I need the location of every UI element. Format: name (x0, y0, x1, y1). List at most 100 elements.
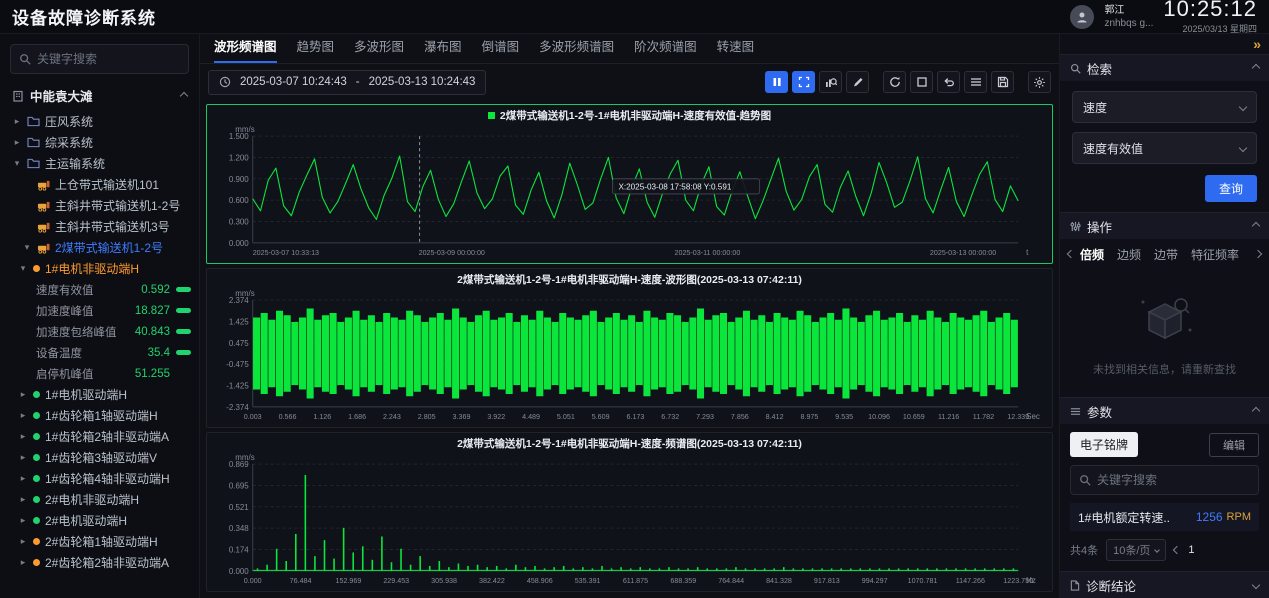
current-page[interactable]: 1 (1188, 544, 1194, 556)
pause-icon[interactable] (765, 71, 788, 93)
metric-row: 加速度峰值18.827 (0, 300, 199, 321)
chevron-right-icon[interactable]: ▸ (18, 452, 28, 463)
chevron-right-icon[interactable]: ▸ (18, 494, 28, 505)
save-icon[interactable] (991, 71, 1014, 93)
svg-text:994.297: 994.297 (862, 576, 888, 585)
tabs-scroll-left-icon[interactable] (1068, 251, 1074, 257)
undo-icon[interactable] (937, 71, 960, 93)
chevron-up-icon[interactable] (180, 91, 188, 99)
tabs-scroll-right-icon[interactable] (1255, 251, 1261, 257)
chevron-up-icon[interactable] (1252, 64, 1260, 72)
view-tab[interactable]: 转速图 (717, 36, 755, 63)
tree-item[interactable]: ▾主运输系统 (0, 153, 199, 174)
section-ops-header[interactable]: 操作 (1060, 212, 1269, 239)
tree-item[interactable]: ▸1#齿轮箱4轴非驱动端H (0, 468, 199, 489)
tree-item[interactable]: ▾1#电机非驱动端H (0, 258, 199, 279)
svg-text:764.844: 764.844 (718, 576, 744, 585)
chevron-right-icon[interactable]: ▸ (18, 431, 28, 442)
chevron-right-icon[interactable]: ▸ (12, 137, 22, 148)
chevron-down-icon[interactable]: ▾ (12, 158, 22, 169)
tree-item[interactable]: ▸2#齿轮箱2轴非驱动端A (0, 552, 199, 573)
sidebar-search-input[interactable] (37, 52, 180, 66)
chevron-right-icon[interactable]: ▸ (12, 116, 22, 127)
user-avatar[interactable] (1070, 5, 1094, 29)
chevron-right-icon[interactable]: ▸ (18, 410, 28, 421)
tree-item[interactable]: 主斜井带式输送机1-2号 (0, 195, 199, 216)
trend-chart-panel[interactable]: 2煤带式输送机1-2号-1#电机非驱动端H-速度有效值-趋势图 1.5001.2… (206, 104, 1053, 264)
chevron-down-icon[interactable]: ▾ (22, 242, 32, 253)
waveform-chart-panel[interactable]: 2煤带式输送机1-2号-1#电机非驱动端H-速度-波形图(2025-03-13 … (206, 268, 1053, 428)
app-title: 设备故障诊断系统 (12, 4, 156, 29)
tree-item[interactable]: 主斜井带式输送机3号 (0, 216, 199, 237)
tree-item[interactable]: ▸1#齿轮箱2轴非驱动端A (0, 426, 199, 447)
date-range-picker[interactable]: 2025-03-07 10:24:43 - 2025-03-13 10:24:4… (208, 70, 486, 95)
tree-item-label: 1#电机驱动端H (45, 386, 127, 403)
restore-icon[interactable] (910, 71, 933, 93)
tree-item[interactable]: ▸ 1#电机驱动端H (0, 384, 199, 405)
tree-item[interactable]: 上仓带式输送机101 (0, 174, 199, 195)
chevron-down-icon[interactable] (1252, 581, 1260, 589)
ops-tab[interactable]: 特征频率 (1191, 246, 1239, 263)
tree-item-label: 2#电机非驱动端H (45, 491, 139, 508)
tree-item[interactable]: ▸压风系统 (0, 111, 199, 132)
spectrum-chart-panel[interactable]: 2煤带式输送机1-2号-1#电机非驱动端H-速度-频谱图(2025-03-13 … (206, 432, 1053, 592)
zoom-select-icon[interactable] (819, 71, 842, 93)
view-tab[interactable]: 多波形频谱图 (539, 36, 614, 63)
chevron-right-icon[interactable]: ▸ (18, 515, 28, 526)
nameplate-button[interactable]: 电子铭牌 (1070, 432, 1138, 457)
chevron-down-icon[interactable]: ▾ (18, 263, 28, 274)
user-meta[interactable]: 郭江 znhbqs g... (1104, 4, 1153, 30)
fullscreen-icon[interactable] (792, 71, 815, 93)
view-tab[interactable]: 趋势图 (297, 36, 335, 63)
svg-text:7.293: 7.293 (696, 412, 714, 421)
svg-text:2025-03-09 00:00:00: 2025-03-09 00:00:00 (419, 248, 485, 257)
edit-button[interactable]: 编辑 (1209, 433, 1259, 457)
view-tab[interactable]: 倒谱图 (482, 36, 520, 63)
view-tab[interactable]: 多波形图 (354, 36, 404, 63)
trend-chart[interactable]: 1.5001.2000.9000.6000.3000.000mm/s2025-0… (207, 122, 1052, 263)
params-search-input[interactable] (1097, 473, 1250, 487)
waveform-chart[interactable]: 2.3741.4250.475-0.475-1.425-2.374mm/s0.0… (207, 286, 1052, 427)
chevron-up-icon[interactable] (1252, 407, 1260, 415)
status-dot-icon (33, 496, 40, 503)
prev-page-icon[interactable] (1173, 546, 1181, 554)
tree-item[interactable]: ▸2#电机驱动端H (0, 510, 199, 531)
list-icon[interactable] (964, 71, 987, 93)
tree-item[interactable]: ▸1#齿轮箱3轴驱动端V (0, 447, 199, 468)
chevron-up-icon[interactable] (1252, 222, 1260, 230)
svg-text:9.535: 9.535 (835, 412, 853, 421)
chevron-right-icon[interactable]: ▸ (18, 389, 28, 400)
tree-root[interactable]: 中能袁大滩 (0, 84, 199, 111)
view-tab[interactable]: 波形频谱图 (214, 36, 277, 63)
ops-tab[interactable]: 边带 (1154, 246, 1178, 263)
section-search-header[interactable]: 检索 (1060, 54, 1269, 81)
refresh-icon[interactable] (883, 71, 906, 93)
tree-item[interactable]: ▸1#齿轮箱1轴驱动端H (0, 405, 199, 426)
signal-type-select[interactable]: 速度 (1072, 91, 1257, 123)
annotate-icon[interactable] (846, 71, 869, 93)
person-icon (1075, 10, 1089, 24)
settings-icon[interactable] (1028, 71, 1051, 93)
sidebar-search[interactable] (10, 44, 189, 74)
query-button[interactable]: 查询 (1205, 175, 1257, 202)
params-search[interactable] (1070, 465, 1259, 495)
page-size-select[interactable]: 10条/页 (1106, 539, 1166, 561)
collapse-panel-icon[interactable]: » (1253, 36, 1261, 52)
ops-tab[interactable]: 倍频 (1080, 246, 1104, 263)
section-params-header[interactable]: 参数 (1060, 397, 1269, 424)
tree-item[interactable]: ▾2煤带式输送机1-2号 (0, 237, 199, 258)
chevron-right-icon[interactable]: ▸ (18, 473, 28, 484)
ops-tab[interactable]: 边频 (1117, 246, 1141, 263)
param-row[interactable]: 1#电机额定转速.. 1256 RPM (1070, 503, 1259, 531)
chevron-right-icon[interactable]: ▸ (18, 557, 28, 568)
tree-item[interactable]: ▸2#齿轮箱1轴驱动端H (0, 531, 199, 552)
svg-text:688.359: 688.359 (670, 576, 696, 585)
spectrum-chart[interactable]: 0.8690.6950.5210.3480.1740.000mm/s0.0007… (207, 450, 1052, 591)
chevron-right-icon[interactable]: ▸ (18, 536, 28, 547)
metric-select[interactable]: 速度有效值 (1072, 132, 1257, 164)
view-tab[interactable]: 瀑布图 (424, 36, 462, 63)
section-diagnosis-header[interactable]: 诊断结论 (1060, 571, 1269, 598)
tree-item[interactable]: ▸ 2#电机非驱动端H (0, 489, 199, 510)
tree-item[interactable]: ▸综采系统 (0, 132, 199, 153)
view-tab[interactable]: 阶次频谱图 (634, 36, 697, 63)
